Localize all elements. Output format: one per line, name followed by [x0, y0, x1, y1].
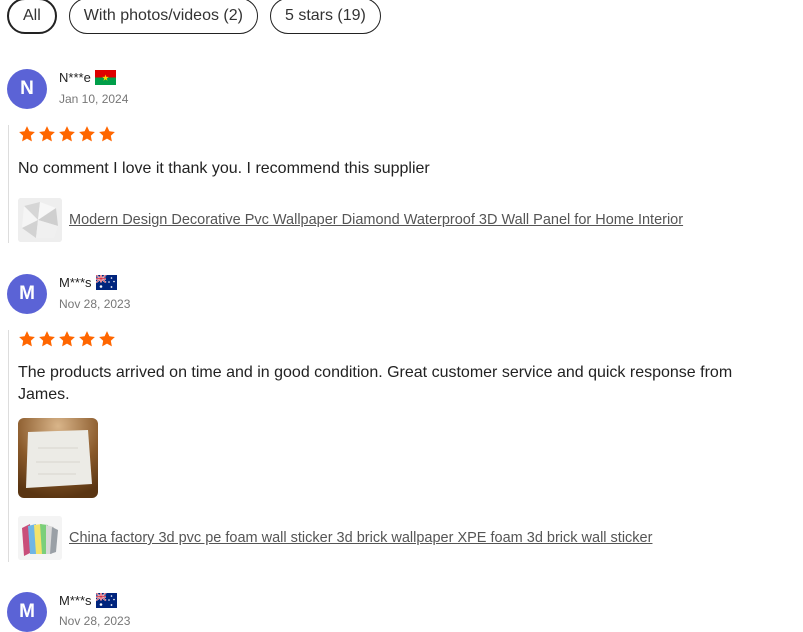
- review-date: Jan 10, 2024: [59, 92, 129, 106]
- star-icon: [19, 331, 35, 347]
- reviewer-name: M***s: [59, 593, 117, 608]
- product-name[interactable]: China factory 3d pvc pe foam wall sticke…: [69, 530, 652, 546]
- star-icon: [79, 331, 95, 347]
- burkina-faso-flag-icon: [94, 70, 116, 85]
- star-icon: [59, 126, 75, 142]
- filter-all[interactable]: All: [7, 0, 57, 34]
- filter-5-stars[interactable]: 5 stars (19): [269, 0, 381, 34]
- star-icon: [19, 126, 35, 142]
- product-link[interactable]: Modern Design Decorative Pvc Wallpaper D…: [18, 198, 683, 242]
- reviewer-name: N***e: [59, 70, 116, 85]
- product-thumbnail[interactable]: [18, 516, 62, 560]
- star-rating: [18, 330, 116, 348]
- product-thumbnail[interactable]: [18, 198, 62, 242]
- review-date: Nov 28, 2023: [59, 297, 131, 311]
- avatar: M: [7, 592, 47, 632]
- divider: [8, 330, 9, 562]
- filter-with-photos[interactable]: With photos/videos (2): [68, 0, 258, 34]
- australia-flag-icon: [95, 275, 117, 290]
- star-icon: [59, 331, 75, 347]
- product-link[interactable]: China factory 3d pvc pe foam wall sticke…: [18, 516, 652, 560]
- review-filters: All With photos/videos (2) 5 stars (19): [7, 0, 381, 34]
- star-icon: [39, 126, 55, 142]
- star-icon: [39, 331, 55, 347]
- review-photo[interactable]: [18, 418, 98, 498]
- star-icon: [79, 126, 95, 142]
- australia-flag-icon: [95, 593, 117, 608]
- product-name[interactable]: Modern Design Decorative Pvc Wallpaper D…: [69, 212, 683, 228]
- star-icon: [99, 126, 115, 142]
- review-comment: No comment I love it thank you. I recomm…: [18, 160, 430, 177]
- star-icon: [99, 331, 115, 347]
- avatar: M: [7, 274, 47, 314]
- avatar: N: [7, 69, 47, 109]
- review-date: Nov 28, 2023: [59, 614, 131, 628]
- reviewer-name: M***s: [59, 275, 117, 290]
- star-rating: [18, 125, 116, 143]
- review-comment: The products arrived on time and in good…: [18, 364, 733, 403]
- divider: [8, 125, 9, 243]
